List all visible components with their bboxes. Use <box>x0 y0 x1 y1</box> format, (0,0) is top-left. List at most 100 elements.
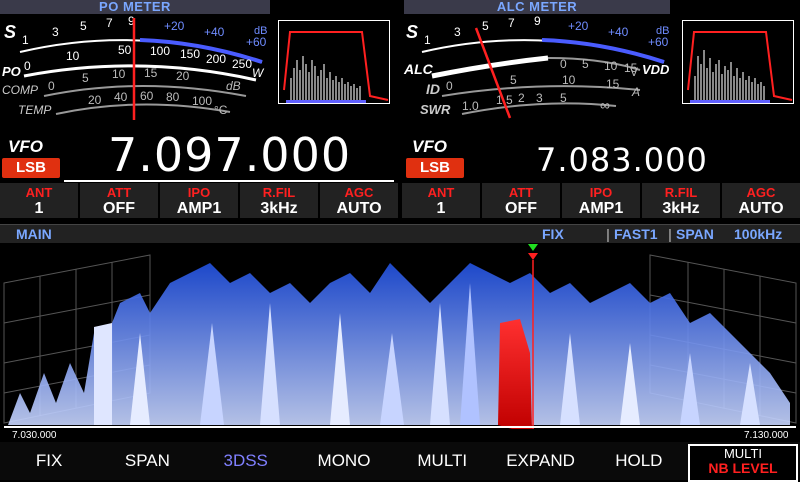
alc-mini-scope <box>682 20 794 104</box>
alc-meter-title: ALC METER <box>404 0 670 14</box>
alc-label: ALC <box>403 61 434 77</box>
spectrum-3dss-display[interactable]: 7.030.000 7.130.000 <box>0 243 800 441</box>
status-rfil[interactable]: R.FIL 3kHz <box>240 183 318 218</box>
s-tick: 9 <box>534 14 541 28</box>
id-label: ID <box>426 81 440 97</box>
comp-unit: dB <box>226 79 241 93</box>
vdd-tick: 5 <box>582 57 589 71</box>
vdd-unit: V <box>630 65 638 79</box>
temp-tick: 40 <box>114 90 128 104</box>
s-tick: +20 <box>164 19 185 33</box>
status-ipo[interactable]: IPO AMP1 <box>562 183 640 218</box>
swr-tick: 5 <box>560 91 567 105</box>
swr-tick: 2 <box>518 91 525 105</box>
status-row-main: ANT 1 ATT OFF IPO AMP1 R.FIL 3kHz AGC AUTO <box>0 183 398 218</box>
status-value: AMP1 <box>176 200 222 217</box>
status-att[interactable]: ATT OFF <box>80 183 158 218</box>
scope-span-label: SPAN <box>676 226 714 242</box>
status-label: ANT <box>25 185 53 200</box>
s-tick: 5 <box>482 19 489 33</box>
vfo-main-frequency[interactable]: 7.097.000 <box>108 128 351 182</box>
scope-band-label: MAIN <box>16 226 52 242</box>
vfo-main-label: VFO <box>8 137 43 156</box>
status-ant[interactable]: ANT 1 <box>402 183 480 218</box>
alc-meter-dial: S 1 3 5 7 9 +20 +40 +60 dB ALC 0 5 10 15… <box>403 14 670 119</box>
id-tick: 10 <box>562 73 576 87</box>
temp-tick: 100 <box>192 94 212 108</box>
softkey-hold[interactable]: HOLD <box>589 442 688 480</box>
status-value: OFF <box>505 200 537 217</box>
s-tick: 3 <box>52 25 59 39</box>
s-label: S <box>4 22 16 42</box>
scope-header: MAIN FIX | FAST1 | SPAN 100kHz <box>0 224 800 243</box>
swr-tick: 1.0 <box>462 99 479 113</box>
softkey-3dss[interactable]: 3DSS <box>196 442 295 480</box>
freq-left-label: 7.030.000 <box>12 430 57 441</box>
softkey-span[interactable]: SPAN <box>98 442 197 480</box>
status-label: ATT <box>508 185 534 200</box>
multi-line2: NB LEVEL <box>708 460 778 476</box>
status-label: AGC <box>746 185 776 200</box>
comp-tick: 0 <box>48 79 55 93</box>
softkey-bar: FIX SPAN 3DSS MONO MULTI EXPAND HOLD <box>0 442 800 480</box>
status-value: AMP1 <box>578 200 624 217</box>
status-label: IPO <box>187 185 211 200</box>
s-unit: dB <box>656 25 669 37</box>
softkey-multi[interactable]: MULTI <box>393 442 492 480</box>
status-ipo[interactable]: IPO AMP1 <box>160 183 238 218</box>
po-tick: 50 <box>118 43 132 57</box>
softkey-fix[interactable]: FIX <box>0 442 99 480</box>
po-meter-title: PO METER <box>0 0 270 14</box>
swr-label: SWR <box>420 102 451 117</box>
id-tick: 0 <box>446 79 453 93</box>
status-row-sub: ANT 1 ATT OFF IPO AMP1 R.FIL 3kHz AGC AUTO <box>402 183 800 218</box>
s-tick: 7 <box>106 16 113 30</box>
status-att[interactable]: ATT OFF <box>482 183 560 218</box>
status-label: AGC <box>344 185 374 200</box>
s-tick: +60 <box>648 35 669 49</box>
status-value: OFF <box>103 200 135 217</box>
vfo-sub-frequency[interactable]: 7.083.000 <box>536 141 708 179</box>
vdd-tick: 10 <box>604 59 618 73</box>
vdd-label: VDD <box>642 62 670 77</box>
temp-unit: °C <box>214 103 228 117</box>
status-value: AUTO <box>738 200 784 217</box>
status-value: 1 <box>34 200 44 217</box>
temp-tick: 20 <box>88 93 102 107</box>
po-tick: 200 <box>206 52 226 66</box>
scope-mode[interactable]: FIX <box>542 225 564 243</box>
id-tick: 15 <box>606 77 620 91</box>
temp-tick: 60 <box>140 89 154 103</box>
po-meter-dial: S 1 3 5 7 9 +20 +40 +60 dB PO 0 10 50 10… <box>2 14 267 120</box>
s-unit: dB <box>254 25 267 37</box>
softkey-expand[interactable]: EXPAND <box>491 442 590 480</box>
status-ant[interactable]: ANT 1 <box>0 183 78 218</box>
spectrum-traces <box>8 263 790 429</box>
id-unit: A <box>631 85 640 99</box>
status-label: R.FIL <box>262 185 296 200</box>
vfo-main-mode[interactable]: LSB <box>2 158 60 178</box>
vfo-sub-label: VFO <box>412 137 447 156</box>
status-agc[interactable]: AGC AUTO <box>320 183 398 218</box>
po-tick: 10 <box>66 49 80 63</box>
status-value: 3kHz <box>662 200 700 217</box>
vfo-main-underline <box>64 180 394 182</box>
s-tick: 3 <box>454 25 461 39</box>
status-agc[interactable]: AGC AUTO <box>722 183 800 218</box>
temp-tick: 80 <box>166 90 180 104</box>
status-rfil[interactable]: R.FIL 3kHz <box>642 183 720 218</box>
comp-tick: 5 <box>82 71 89 85</box>
po-tick: 100 <box>150 44 170 58</box>
softkey-mono[interactable]: MONO <box>294 442 394 480</box>
scope-speed[interactable]: FAST1 <box>614 225 658 243</box>
status-value: 3kHz <box>260 200 298 217</box>
status-value: 1 <box>436 200 446 217</box>
po-tick: 0 <box>24 59 31 73</box>
multi-nb-level-button[interactable]: MULTI NB LEVEL <box>688 444 798 482</box>
s-label: S <box>406 22 418 42</box>
swr-tick: 3 <box>536 91 543 105</box>
scope-span-value[interactable]: 100kHz <box>734 225 782 243</box>
s-tick: 7 <box>508 16 515 30</box>
po-tick: 250 <box>232 57 252 71</box>
vfo-sub-mode[interactable]: LSB <box>406 158 464 178</box>
